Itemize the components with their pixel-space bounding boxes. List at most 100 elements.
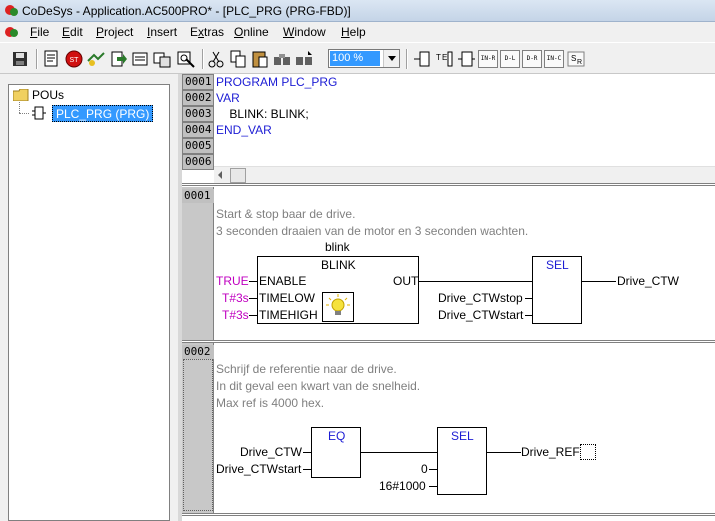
code-line-program[interactable]: PROGRAM PLC_PRG (216, 75, 337, 89)
insert-label-left-button[interactable]: D-L (500, 50, 520, 68)
menu-project[interactable]: Project (96, 25, 133, 39)
codesys-app-icon (5, 5, 18, 16)
menu-online[interactable]: Online (234, 25, 269, 39)
pou-tree[interactable]: POUs PLC_PRG (PRG) (8, 84, 170, 521)
wire (429, 469, 437, 470)
sel-input-value[interactable]: 0 (421, 462, 428, 476)
document-menu-icon[interactable] (4, 25, 19, 39)
tree-root-pous[interactable]: POUs (32, 88, 64, 102)
menu-file[interactable]: File (30, 25, 49, 39)
sel-input-value[interactable]: 16#1000 (379, 479, 426, 493)
find-next-icon[interactable] (294, 49, 314, 69)
object-organizer-panel: POUs PLC_PRG (PRG) (0, 74, 178, 521)
chevron-down-icon[interactable] (383, 50, 399, 67)
sel-output-value[interactable]: Drive_CTW (617, 274, 679, 288)
scroll-thumb[interactable] (230, 168, 246, 183)
menu-edit[interactable]: Edit (62, 25, 83, 39)
build-icon[interactable] (42, 49, 62, 69)
code-line-var[interactable]: VAR (216, 91, 240, 105)
svg-text:ST: ST (70, 57, 80, 64)
wire (487, 452, 521, 453)
line-number: 0003 (182, 106, 214, 122)
sel-input-value[interactable]: Drive_CTWstop (438, 291, 523, 305)
step-over-icon[interactable] (108, 49, 128, 69)
input-value[interactable]: T#3s (222, 308, 249, 322)
insert-output-icon[interactable] (456, 49, 476, 69)
wire (525, 298, 532, 299)
network-number: 0001 (182, 189, 214, 203)
menu-window-rest: indow (294, 25, 326, 39)
input-value[interactable]: TRUE (216, 274, 249, 288)
zoom-dropdown[interactable]: 100 % (328, 49, 400, 68)
tree-line (19, 113, 29, 114)
network-number: 0002 (182, 345, 214, 359)
network-separator (182, 513, 715, 516)
wire (582, 281, 616, 282)
wire (303, 469, 311, 470)
login-icon[interactable] (86, 49, 106, 69)
step-in-icon[interactable] (130, 49, 150, 69)
wire (361, 452, 437, 453)
instance-name[interactable]: blink (325, 240, 350, 254)
menu-project-rest: roject (104, 25, 134, 39)
lightbulb-icon (322, 292, 354, 322)
paste-icon[interactable] (250, 49, 270, 69)
edit-cursor-box[interactable] (580, 444, 596, 460)
insert-return-button[interactable]: IN-R (478, 50, 498, 68)
line-number: 0006 (182, 154, 214, 170)
code-line-blink-decl[interactable]: BLINK: BLINK; (216, 107, 308, 121)
cut-icon[interactable] (206, 49, 226, 69)
menu-extras-e: E (190, 25, 199, 39)
zoom-value: 100 % (330, 51, 380, 66)
horizontal-scrollbar[interactable] (214, 166, 715, 183)
wire (249, 298, 257, 299)
sel-input-value[interactable]: Drive_CTWstart (438, 308, 523, 322)
save-icon[interactable] (10, 49, 30, 69)
split-divider[interactable] (182, 183, 715, 186)
tree-item-plc-prg[interactable]: PLC_PRG (PRG) (52, 105, 154, 122)
window-title: CoDeSys - Application.AC500PRO* - [PLC_P… (22, 4, 351, 18)
eq-input-value[interactable]: Drive_CTWstart (216, 462, 301, 476)
insert-comment-button[interactable]: IN-C (544, 50, 564, 68)
wire (303, 452, 311, 453)
copy-icon[interactable] (228, 49, 248, 69)
menu-help-rest: elp (349, 25, 366, 39)
network-comment[interactable]: Schrijf de referentie naar de drive. (216, 362, 397, 376)
set-reset-icon[interactable]: SR (566, 49, 586, 69)
network-comment[interactable]: 3 seconden draaien van de motor en 3 sec… (216, 224, 528, 238)
network-comment[interactable]: Start & stop baar de drive. (216, 207, 355, 221)
tree-line (19, 102, 20, 113)
wire (249, 315, 257, 316)
stop-icon[interactable]: ST (64, 49, 84, 69)
menu-insert[interactable]: Insert (147, 25, 177, 39)
eq-input-value[interactable]: Drive_CTW (240, 445, 302, 459)
wire (429, 486, 437, 487)
scroll-left-icon[interactable] (218, 171, 222, 179)
menu-extras[interactable]: Extras (190, 25, 224, 39)
menu-window[interactable]: Window (283, 25, 326, 39)
menu-online-rest: nline (243, 25, 269, 39)
line-number: 0001 (182, 74, 214, 90)
insert-box-icon[interactable] (412, 49, 432, 69)
svg-text:S: S (571, 54, 576, 63)
network-comment[interactable]: In dit geval een kwart van de snelheid. (216, 379, 420, 393)
write-values-icon[interactable] (176, 49, 196, 69)
single-cycle-icon[interactable] (152, 49, 172, 69)
network-comment[interactable]: Max ref is 4000 hex. (216, 396, 324, 410)
line-number: 0004 (182, 122, 214, 138)
network-selection[interactable] (183, 359, 213, 511)
sel-output-value[interactable]: Drive_REF (521, 445, 580, 459)
wire (419, 281, 532, 282)
menu-insert-rest: nsert (150, 25, 178, 39)
menu-help[interactable]: Help (341, 25, 366, 39)
line-number: 0005 (182, 138, 214, 154)
block-type: BLINK (321, 258, 356, 272)
pin-label: ENABLE (259, 274, 307, 288)
insert-label-right-button[interactable]: D-R (522, 50, 542, 68)
code-line-end-var[interactable]: END_VAR (216, 123, 272, 137)
block-type: EQ (328, 429, 346, 443)
find-icon[interactable] (272, 49, 292, 69)
network-separator (182, 340, 715, 343)
input-value[interactable]: T#3s (222, 291, 249, 305)
insert-input-icon[interactable]: TE (434, 49, 454, 69)
